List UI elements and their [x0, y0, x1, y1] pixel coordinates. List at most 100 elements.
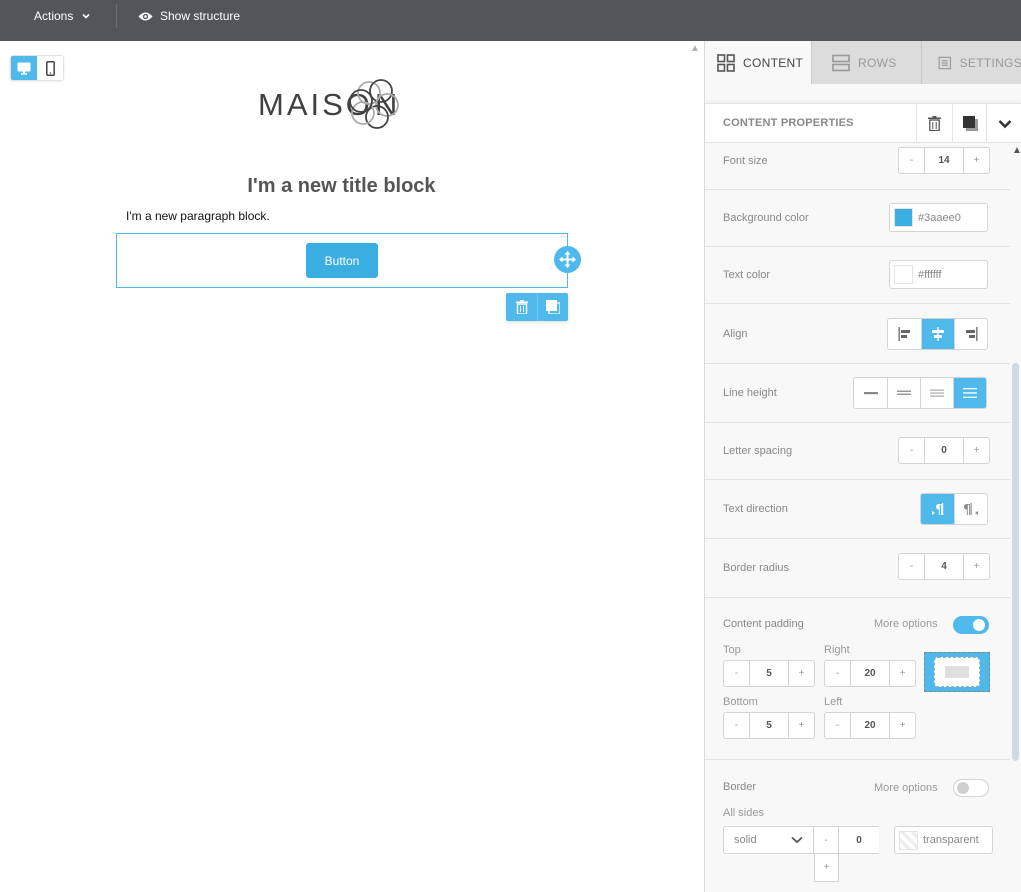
- align-right-button[interactable]: [954, 319, 987, 349]
- actions-menu-button[interactable]: Actions: [34, 9, 91, 23]
- rtl-button[interactable]: ¶: [954, 494, 987, 524]
- chevron-down-icon: [82, 13, 90, 19]
- border-width-value[interactable]: 0: [839, 826, 879, 854]
- line-height-option-1[interactable]: [854, 378, 887, 408]
- logo-flower-icon: [349, 79, 399, 129]
- font-size-increase[interactable]: +: [964, 148, 989, 173]
- text-color-field[interactable]: #ffffff: [889, 260, 988, 289]
- properties-panel: CONTENT ROWS SETTINGS CONTENT PROPERTIES…: [704, 41, 1021, 892]
- border-width-increase[interactable]: +: [814, 854, 839, 882]
- padding-bottom-stepper: - 5 +: [723, 712, 815, 739]
- align-left-button[interactable]: [888, 319, 921, 349]
- align-center-button[interactable]: [921, 319, 954, 349]
- font-size-decrease[interactable]: -: [899, 148, 924, 173]
- padding-top-decrease[interactable]: -: [724, 661, 749, 686]
- line-height-single-icon: [863, 392, 878, 395]
- border-style-select[interactable]: solid: [723, 826, 814, 854]
- padding-bottom-label: Bottom: [723, 696, 758, 708]
- canvas-scroll-up-icon[interactable]: ▲: [690, 43, 700, 54]
- title-block[interactable]: I'm a new title block: [116, 175, 567, 198]
- padding-bottom-value[interactable]: 5: [749, 713, 789, 738]
- padding-top-value[interactable]: 5: [749, 661, 789, 686]
- panel-scroll-up-icon[interactable]: ▲: [1012, 145, 1021, 156]
- background-color-value: #3aaee0: [918, 211, 961, 224]
- content-properties-header: CONTENT PROPERTIES: [705, 103, 1021, 143]
- show-structure-label: Show structure: [160, 9, 241, 23]
- border-radius-increase[interactable]: +: [964, 554, 989, 579]
- letter-spacing-value[interactable]: 0: [924, 438, 964, 463]
- background-color-field[interactable]: #3aaee0: [889, 203, 988, 232]
- duplicate-icon: [963, 116, 978, 131]
- show-structure-button[interactable]: Show structure: [138, 9, 240, 23]
- line-height-large-icon: [963, 388, 977, 398]
- border-color-swatch[interactable]: [899, 830, 918, 850]
- border-more-options-toggle[interactable]: [953, 779, 989, 797]
- move-handle[interactable]: [554, 246, 581, 273]
- panel-scrollbar-thumb[interactable]: [1012, 363, 1019, 761]
- canvas-button[interactable]: Button: [306, 243, 378, 278]
- desktop-view-button[interactable]: [11, 56, 37, 80]
- border-width-decrease[interactable]: -: [814, 826, 839, 854]
- ltr-icon: ¶: [931, 503, 943, 516]
- border-color-field[interactable]: transparent: [894, 826, 993, 854]
- tab-settings[interactable]: SETTINGS: [921, 41, 1021, 84]
- letter-spacing-label: Letter spacing: [723, 445, 793, 457]
- duplicate-content-button[interactable]: [952, 104, 988, 143]
- padding-right-increase[interactable]: +: [890, 661, 915, 686]
- paragraph-block[interactable]: I'm a new paragraph block.: [126, 209, 270, 223]
- border-radius-row: Border radius - 4 +: [705, 539, 1010, 598]
- settings-doc-icon: [938, 56, 952, 69]
- ltr-button[interactable]: ¶: [921, 494, 954, 524]
- all-sides-label: All sides: [723, 807, 764, 819]
- block-duplicate-button[interactable]: [537, 293, 568, 321]
- line-height-option-4[interactable]: [953, 378, 986, 408]
- rtl-icon: ¶: [963, 503, 978, 516]
- letter-spacing-decrease[interactable]: -: [899, 438, 924, 463]
- padding-bottom-decrease[interactable]: -: [724, 713, 749, 738]
- font-size-row: Font size - 14 +: [705, 143, 1010, 190]
- padding-top-increase[interactable]: +: [789, 661, 814, 686]
- letter-spacing-row: Letter spacing - 0 +: [705, 423, 1010, 480]
- mobile-icon: [45, 60, 55, 76]
- padding-preview-content: [945, 666, 969, 678]
- font-size-label: Font size: [723, 155, 768, 167]
- line-height-option-3[interactable]: [920, 378, 953, 408]
- padding-left-value[interactable]: 20: [850, 713, 890, 738]
- mobile-view-button[interactable]: [37, 56, 63, 80]
- collapse-panel-button[interactable]: [986, 104, 1021, 143]
- delete-content-button[interactable]: [916, 104, 952, 143]
- device-toggle: [10, 55, 64, 81]
- padding-right-label: Right: [824, 644, 850, 656]
- padding-left-decrease[interactable]: -: [825, 713, 850, 738]
- padding-left-increase[interactable]: +: [890, 713, 915, 738]
- selected-button-block[interactable]: Button: [116, 233, 568, 288]
- padding-right-decrease[interactable]: -: [825, 661, 850, 686]
- letter-spacing-increase[interactable]: +: [964, 438, 989, 463]
- border-color-value: transparent: [923, 834, 979, 846]
- tab-settings-label: SETTINGS: [959, 55, 1021, 70]
- padding-more-options-toggle[interactable]: [953, 616, 989, 634]
- email-canvas: ▲ MAISO N I'm a new title block I'm a ne…: [0, 41, 704, 892]
- line-height-option-2[interactable]: [887, 378, 920, 408]
- text-color-row: Text color #ffffff: [705, 247, 1010, 304]
- border-radius-decrease[interactable]: -: [899, 554, 924, 579]
- actions-label: Actions: [34, 9, 74, 23]
- trash-icon: [515, 300, 528, 314]
- padding-left-label: Left: [824, 696, 843, 708]
- font-size-value[interactable]: 14: [924, 148, 964, 173]
- text-direction-row: Text direction ¶ ¶: [705, 480, 1010, 539]
- text-color-swatch[interactable]: [894, 265, 913, 284]
- line-height-small-icon: [897, 390, 911, 395]
- chevron-down-icon: [791, 836, 803, 844]
- padding-right-stepper: - 20 +: [824, 660, 916, 687]
- grid-icon: [717, 53, 735, 72]
- border-radius-value[interactable]: 4: [924, 554, 964, 579]
- toggle-knob: [973, 619, 985, 631]
- padding-bottom-increase[interactable]: +: [789, 713, 814, 738]
- tab-rows[interactable]: ROWS: [811, 41, 921, 84]
- padding-right-value[interactable]: 20: [850, 661, 890, 686]
- block-delete-button[interactable]: [506, 293, 537, 321]
- background-color-swatch[interactable]: [894, 208, 913, 227]
- tab-content[interactable]: CONTENT: [705, 41, 811, 84]
- background-color-label: Background color: [723, 212, 809, 224]
